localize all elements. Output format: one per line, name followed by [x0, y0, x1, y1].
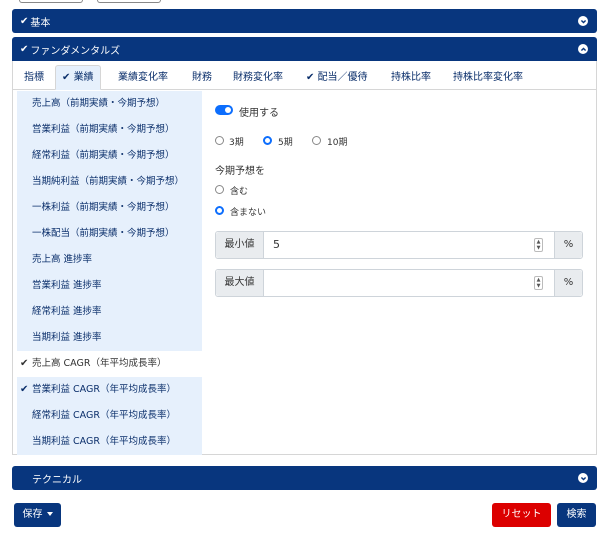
spinner-icon[interactable]: ▲ ▼ — [534, 276, 543, 290]
panel-header-basic[interactable]: ✔ 基本 — [12, 9, 597, 33]
tab-shareholding[interactable]: 持株比率 — [391, 65, 431, 90]
min-value-label: 最小値 — [216, 232, 264, 258]
max-value-label: 最大値 — [216, 270, 264, 296]
period-radio-3[interactable] — [215, 136, 224, 145]
min-unit: % — [554, 232, 582, 258]
check-icon: ✔ — [20, 384, 29, 395]
search-button[interactable]: 検索 — [557, 503, 596, 527]
forecast-heading: 今期予想を — [215, 166, 265, 177]
period-label-5: 5期 — [278, 138, 293, 148]
list-item[interactable]: 一株配当（前期実績・今期予想） — [17, 221, 202, 247]
panel-header-fundamentals[interactable]: ✔ ファンダメンタルズ — [12, 37, 597, 61]
use-toggle-label: 使用する — [239, 108, 279, 119]
check-icon: ✔ — [20, 43, 29, 55]
panel-header-technical[interactable]: テクニカル — [12, 466, 597, 490]
period-label-3: 3期 — [229, 138, 244, 148]
tab-performance-change[interactable]: 業績変化率 — [118, 65, 168, 90]
period-radio-5[interactable] — [263, 136, 272, 145]
check-icon: ✔ — [62, 72, 74, 83]
max-unit: % — [554, 270, 582, 296]
panel-title-fundamentals: ファンダメンタルズ — [30, 45, 121, 57]
chevron-up-icon[interactable] — [578, 44, 588, 54]
min-value-field: 最小値 5 ▲ ▼ % — [215, 231, 583, 259]
spinner-icon[interactable]: ▲ ▼ — [534, 238, 543, 252]
list-item[interactable]: ✔ 営業利益 CAGR（年平均成長率） — [17, 377, 202, 403]
tab-indicators[interactable]: 指標 — [24, 65, 44, 90]
tab-finance-change[interactable]: 財務変化率 — [233, 65, 283, 90]
list-item[interactable]: 営業利益 進捗率 — [17, 273, 202, 299]
list-item[interactable]: 売上高 進捗率 — [17, 247, 202, 273]
metric-list: 売上高（前期実績・今期予想） 営業利益（前期実績・今期予想） 経常利益（前期実績… — [17, 91, 202, 455]
list-item[interactable]: 売上高（前期実績・今期予想） — [17, 91, 202, 117]
list-item[interactable]: 経常利益 進捗率 — [17, 299, 202, 325]
min-value-input[interactable]: 5 — [273, 232, 280, 258]
chevron-down-icon[interactable] — [578, 16, 588, 26]
check-icon: ✔ — [20, 15, 29, 27]
list-item[interactable]: 一株利益（前期実績・今期予想） — [17, 195, 202, 221]
forecast-radio-include[interactable] — [215, 185, 224, 194]
tab-shareholding-change[interactable]: 持株比率変化率 — [453, 65, 523, 90]
list-item[interactable]: 経常利益 CAGR（年平均成長率） — [17, 403, 202, 429]
period-label-10: 10期 — [327, 138, 348, 148]
period-radio-10[interactable] — [312, 136, 321, 145]
reset-button[interactable]: リセット — [492, 503, 551, 527]
caret-down-icon — [46, 512, 53, 516]
list-item[interactable]: 当期純利益（前期実績・今期予想） — [17, 169, 202, 195]
forecast-label-include: 含む — [230, 187, 249, 197]
check-icon: ✔ — [20, 358, 29, 369]
save-button[interactable]: 保存 — [14, 503, 61, 527]
tab-dividend[interactable]: ✔ 配当／優待 — [306, 65, 368, 90]
top-button-stub-left — [19, 0, 83, 3]
panel-title-technical: テクニカル — [32, 474, 82, 486]
use-toggle-switch[interactable] — [215, 105, 233, 115]
forecast-label-exclude: 含まない — [230, 208, 267, 218]
tab-finance[interactable]: 財務 — [192, 65, 212, 90]
tab-performance[interactable]: ✔ 業績 — [55, 65, 101, 90]
check-icon: ✔ — [306, 72, 318, 83]
list-item-selected[interactable]: ✔ 売上高 CAGR（年平均成長率） — [17, 351, 202, 377]
list-item[interactable]: 営業利益（前期実績・今期予想） — [17, 117, 202, 143]
max-value-field: 最大値 ▲ ▼ % — [215, 269, 583, 297]
list-item[interactable]: 当期利益 進捗率 — [17, 325, 202, 351]
panel-title-basic: 基本 — [30, 17, 51, 29]
list-item[interactable]: 当期利益 CAGR（年平均成長率） — [17, 429, 202, 455]
list-item[interactable]: 経常利益（前期実績・今期予想） — [17, 143, 202, 169]
top-button-stub-right — [97, 0, 161, 3]
chevron-down-icon[interactable] — [578, 473, 588, 483]
fundamentals-tabs: 指標 ✔ 業績 業績変化率 財務 財務変化率 ✔ 配当／優待 持株比率 持株比率… — [12, 65, 597, 90]
forecast-radio-exclude[interactable] — [215, 206, 224, 215]
